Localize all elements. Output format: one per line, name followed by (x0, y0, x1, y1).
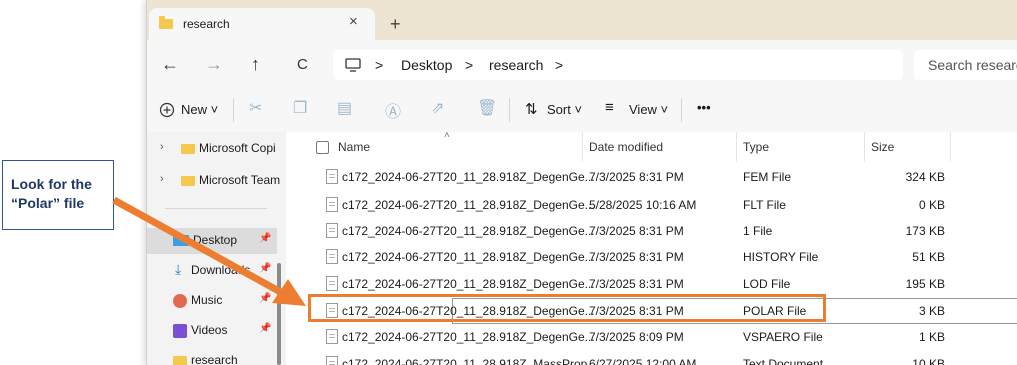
pointer-arrow (112, 196, 306, 306)
